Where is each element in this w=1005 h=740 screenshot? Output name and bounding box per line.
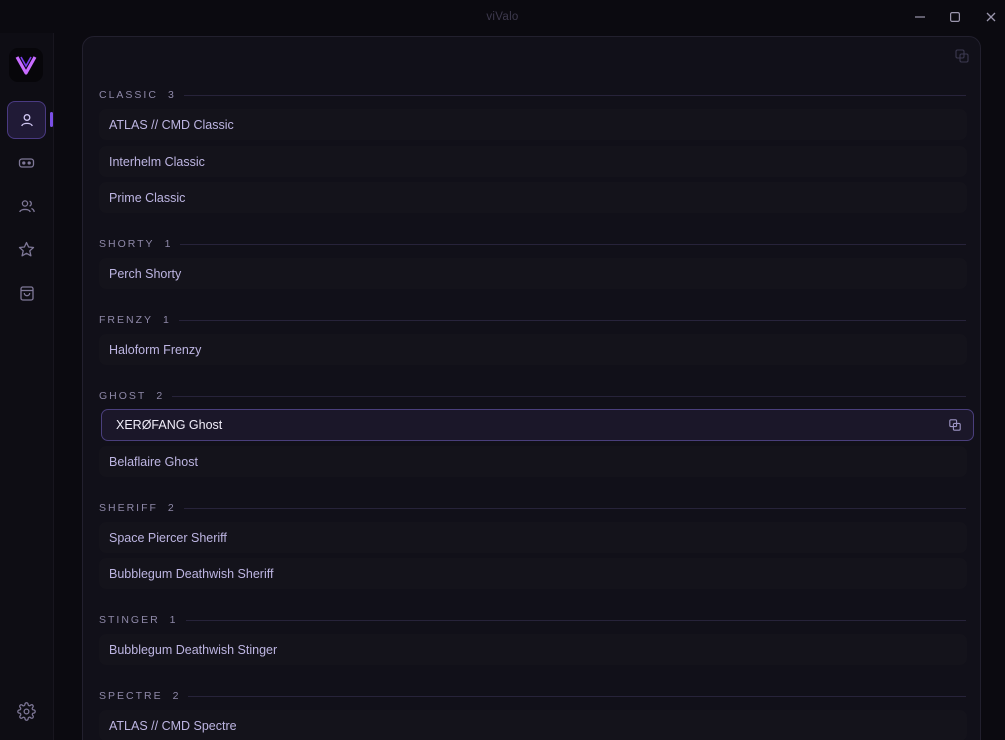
- sidebar-item-profile[interactable]: [7, 101, 46, 139]
- active-nav-indicator: [50, 112, 53, 127]
- section-divider: [185, 619, 966, 621]
- skin-item-space-piercer-sheriff[interactable]: Space Piercer Sheriff: [99, 522, 967, 553]
- users-icon: [18, 200, 35, 213]
- skin-item-atlas-cmd-spectre[interactable]: ATLAS // CMD Spectre: [99, 710, 967, 740]
- sidebar-item-friends[interactable]: [7, 187, 46, 225]
- skin-label: Bubblegum Deathwish Stinger: [109, 642, 278, 657]
- sidebar-item-favorites[interactable]: [7, 230, 46, 268]
- gamepad-icon: [18, 158, 35, 168]
- section-count: 3: [167, 89, 174, 101]
- copy-icon: [955, 49, 969, 63]
- skin-label: XERØFANG Ghost: [116, 418, 223, 432]
- section-label: SPECTRE: [99, 690, 163, 702]
- skin-label: Bubblegum Deathwish Sheriff: [109, 566, 274, 581]
- gear-icon: [17, 702, 36, 721]
- skin-label: Perch Shorty: [109, 266, 182, 281]
- sidebar: [0, 33, 54, 740]
- window-title: viValo: [486, 11, 519, 23]
- skin-item-belaflaire-ghost[interactable]: Belaflaire Ghost: [99, 446, 967, 477]
- skin-label: ATLAS // CMD Classic: [109, 117, 234, 132]
- sidebar-item-games[interactable]: [7, 144, 46, 182]
- section-label: GHOST: [99, 390, 147, 402]
- skin-item-bubblegum-deathwish-sheriff[interactable]: Bubblegum Deathwish Sheriff: [99, 558, 967, 589]
- section-divider: [178, 319, 966, 321]
- skin-label: ATLAS // CMD Spectre: [109, 718, 237, 733]
- maximize-icon: [950, 12, 960, 22]
- section-header-stinger: STINGER 1: [99, 613, 966, 627]
- skin-label: Prime Classic: [109, 190, 186, 205]
- section-header-frenzy: FRENZY 1: [99, 313, 966, 327]
- sidebar-item-store[interactable]: [7, 274, 46, 312]
- title-bar: viValo: [0, 0, 1005, 33]
- skin-label: Belaflaire Ghost: [109, 454, 198, 469]
- section-divider: [180, 243, 966, 245]
- skin-item-xerofang-ghost[interactable]: XERØFANG Ghost: [101, 409, 974, 441]
- section-divider: [183, 94, 966, 96]
- section-label: STINGER: [99, 614, 160, 626]
- app-logo[interactable]: [9, 48, 43, 82]
- shopping-bag-icon: [19, 285, 34, 301]
- close-icon: [986, 12, 996, 22]
- skin-item-interhelm-classic[interactable]: Interhelm Classic: [99, 146, 967, 177]
- section-label: FRENZY: [99, 314, 153, 326]
- section-count: 1: [163, 314, 169, 326]
- section-label: SHERIFF: [99, 502, 158, 514]
- section-count: 2: [167, 502, 174, 514]
- skins-panel: CLASSIC 3 ATLAS // CMD Classic Interhelm…: [82, 36, 981, 740]
- skin-label: Space Piercer Sheriff: [109, 530, 227, 545]
- section-count: 1: [164, 238, 171, 250]
- section-divider: [188, 695, 966, 697]
- section-header-spectre: SPECTRE 2: [99, 689, 966, 703]
- skin-item-bubblegum-deathwish-stinger[interactable]: Bubblegum Deathwish Stinger: [99, 634, 967, 665]
- skin-item-prime-classic[interactable]: Prime Classic: [99, 182, 967, 213]
- user-icon: [20, 114, 33, 127]
- section-count: 1: [169, 614, 176, 626]
- maximize-button[interactable]: [946, 8, 964, 26]
- section-label: CLASSIC: [99, 89, 158, 101]
- section-divider: [172, 395, 966, 397]
- skin-item-haloform-frenzy[interactable]: Haloform Frenzy: [99, 334, 967, 365]
- section-count: 2: [156, 390, 163, 402]
- copy-all-button[interactable]: [955, 49, 969, 63]
- section-header-classic: CLASSIC 3: [99, 88, 966, 102]
- copy-icon: [949, 419, 961, 431]
- skin-label: Haloform Frenzy: [109, 342, 202, 357]
- section-divider: [183, 507, 966, 509]
- section-label: SHORTY: [99, 238, 155, 250]
- skin-item-perch-shorty[interactable]: Perch Shorty: [99, 258, 967, 289]
- section-header-sheriff: SHERIFF 2: [99, 501, 966, 515]
- section-header-shorty: SHORTY 1: [99, 237, 966, 251]
- minimize-icon: [915, 16, 925, 18]
- section-header-ghost: GHOST 2: [99, 389, 966, 403]
- star-icon: [18, 241, 35, 256]
- skin-item-atlas-cmd-classic[interactable]: ATLAS // CMD Classic: [99, 109, 967, 140]
- settings-button[interactable]: [17, 702, 36, 721]
- section-count: 2: [172, 690, 179, 702]
- logo-icon: [15, 56, 37, 75]
- minimize-button[interactable]: [911, 8, 929, 26]
- copy-skin-button[interactable]: [949, 419, 961, 431]
- close-button[interactable]: [982, 8, 1000, 26]
- skin-label: Interhelm Classic: [109, 154, 205, 169]
